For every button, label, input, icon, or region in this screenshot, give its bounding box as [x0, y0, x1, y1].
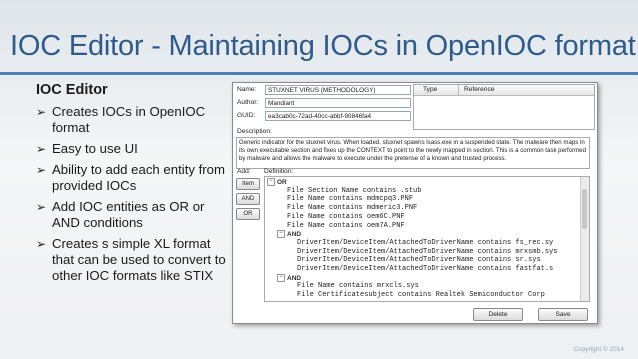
delete-button[interactable]: Delete — [473, 308, 523, 321]
add-item-button[interactable]: Item — [236, 178, 260, 190]
metadata-table-header: Type Reference — [414, 85, 594, 96]
collapse-toggle-icon[interactable]: − — [277, 273, 285, 282]
arrow-bullet-icon: ➢ — [36, 163, 47, 177]
operator-label: AND — [287, 231, 302, 239]
tree-condition-node[interactable]: File Section Name contains .stub — [287, 187, 421, 196]
name-label: Name: — [237, 86, 257, 93]
reference-column-header[interactable]: Reference — [464, 86, 494, 93]
metadata-table[interactable]: Type Reference — [413, 84, 595, 130]
tree-condition-node[interactable]: File Name contains oem7A.PNF — [287, 222, 405, 231]
condition-text: DriverItem/DeviceItem/AttachedToDriverNa… — [297, 265, 554, 273]
slide-title: IOC Editor - Maintaining IOCs in OpenIOC… — [10, 30, 636, 62]
tree-condition-node[interactable]: DriverItem/DeviceItem/AttachedToDriverNa… — [297, 248, 557, 257]
operator-label: AND — [287, 274, 302, 282]
tree-scrollbar[interactable] — [580, 177, 589, 301]
add-or-button[interactable]: OR — [236, 208, 260, 220]
bullet-item: ➢ Creates s simple XL format that can be … — [36, 236, 226, 284]
arrow-bullet-icon: ➢ — [36, 142, 47, 156]
add-label: Add: — [237, 168, 251, 175]
tree-condition-node[interactable]: File Name contains mdmeric3.PNF — [287, 204, 417, 213]
condition-text: File Name contains mrxcls.sys — [297, 282, 419, 291]
tree-operator-node[interactable]: − OR — [267, 178, 287, 188]
condition-text: File Name contains mdmcpq3.PNF — [287, 195, 414, 204]
bullet-item: ➢ Easy to use UI — [36, 141, 226, 157]
tree-condition-node[interactable]: DriverItem/DeviceItem/AttachedToDriverNa… — [297, 256, 541, 265]
collapse-toggle-icon[interactable]: − — [277, 230, 285, 239]
ioc-editor-window: Name: Author: GUID: Type Reference Descr… — [232, 82, 598, 324]
type-column-header[interactable]: Type — [423, 86, 437, 93]
author-label: Author: — [237, 99, 259, 106]
bullet-text: Easy to use UI — [52, 141, 138, 156]
description-field[interactable]: Generic indicator for the stuxnet virus.… — [236, 137, 590, 169]
bullet-text: Creates s simple XL format that can be u… — [52, 236, 226, 283]
condition-text: File Name contains oem6C.PNF — [287, 212, 405, 221]
condition-text: DriverItem/DeviceItem/AttachedToDriverNa… — [297, 238, 554, 247]
bullet-text: Ability to add each entity from provided… — [52, 162, 225, 193]
tree-condition-node[interactable]: DriverItem/DeviceItem/AttachedToDriverNa… — [297, 265, 553, 274]
bullet-panel: IOC Editor ➢ Creates IOCs in OpenIOC form… — [36, 82, 226, 289]
arrow-bullet-icon: ➢ — [36, 200, 47, 214]
tree-condition-node[interactable]: File Name contains mrxcls.sys — [297, 282, 419, 291]
tree-condition-node[interactable]: DriverItem/DeviceItem/AttachedToDriverNa… — [297, 239, 553, 248]
add-and-button[interactable]: AND — [236, 193, 260, 205]
save-button[interactable]: Save — [538, 308, 588, 321]
condition-text: DriverItem/DeviceItem/AttachedToDriverNa… — [297, 256, 541, 265]
name-field[interactable] — [265, 85, 411, 95]
definition-tree[interactable]: − OR File Section Name contains .stub File … — [264, 176, 590, 302]
title-underline — [0, 72, 638, 75]
definition-label: Definition: — [264, 168, 294, 175]
bullet-item: ➢ Add IOC entities as OR or AND condition… — [36, 199, 226, 231]
guid-field[interactable] — [265, 111, 411, 121]
condition-text: File Certificatesubject contains Realtek… — [297, 291, 545, 300]
collapse-toggle-icon[interactable]: − — [267, 178, 275, 186]
tree-condition-node[interactable]: File Name contains oem6C.PNF — [287, 213, 405, 222]
bullet-text: Creates IOCs in OpenIOC format — [52, 104, 206, 135]
bullet-heading: IOC Editor — [36, 82, 108, 98]
operator-label: OR — [277, 178, 287, 186]
guid-label: GUID: — [237, 112, 256, 119]
copyright-text: Copyright © 2014 — [573, 346, 624, 353]
bullet-list: ➢ Creates IOCs in OpenIOC format ➢ Easy to… — [36, 104, 226, 284]
condition-text: File Section Name contains .stub — [287, 186, 422, 195]
author-field[interactable] — [265, 98, 411, 108]
condition-text: DriverItem/DeviceItem/AttachedToDriverNa… — [297, 247, 558, 256]
tree-condition-node[interactable]: File Certificatesubject contains Realtek… — [297, 291, 545, 300]
bullet-item: ➢ Creates IOCs in OpenIOC format — [36, 104, 226, 136]
bullet-text: Add IOC entities as OR or AND conditions — [52, 199, 205, 230]
description-label: Description: — [237, 128, 272, 135]
condition-text: File Name contains oem7A.PNF — [287, 221, 405, 230]
tree-condition-node[interactable]: File Name contains mdmcpq3.PNF — [287, 195, 413, 204]
bullet-item: ➢ Ability to add each entity from provide… — [36, 162, 226, 194]
condition-text: File Name contains mdmeric3.PNF — [287, 204, 418, 213]
arrow-bullet-icon: ➢ — [36, 237, 47, 251]
arrow-bullet-icon: ➢ — [36, 105, 47, 119]
scrollbar-thumb[interactable] — [582, 189, 587, 229]
